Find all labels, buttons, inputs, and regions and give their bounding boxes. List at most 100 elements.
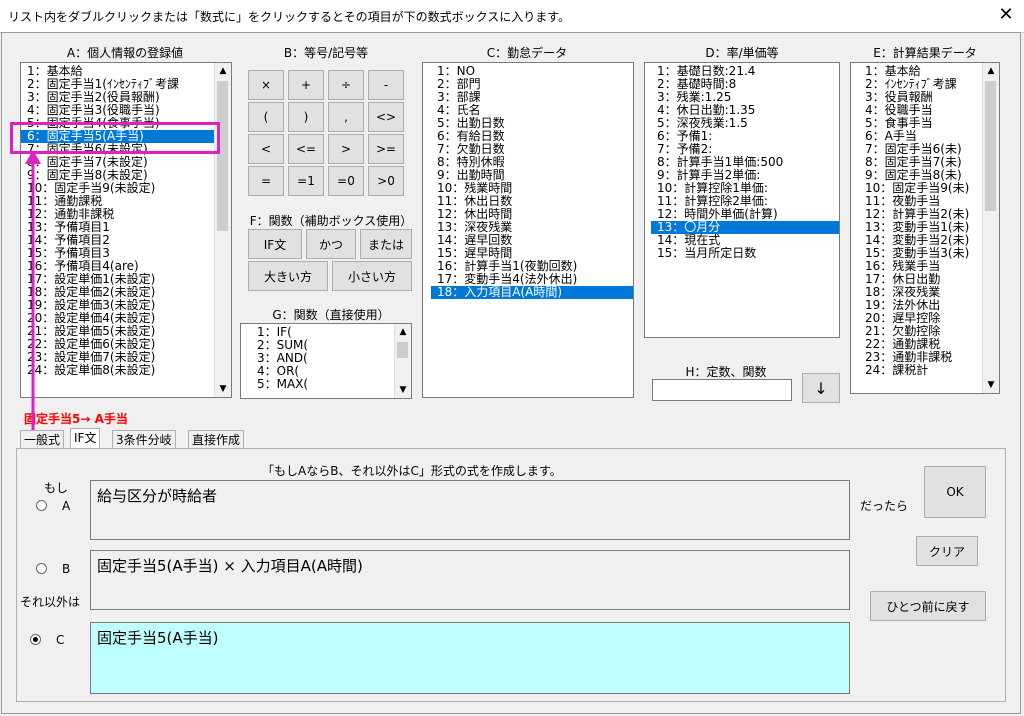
list-e-item[interactable]: 2：ｲﾝｾﾝﾃｨﾌﾞ考課 [859,78,999,91]
min-button[interactable]: 小さい方 [332,261,412,291]
list-d-item[interactable]: 2：基礎時間:8 [651,78,839,91]
list-e-item[interactable]: 19：法外休出 [859,299,999,312]
list-c-item[interactable]: 2：部門 [431,78,633,91]
list-a-scrollbar[interactable]: ▲ ▼ [214,63,231,397]
list-d-item[interactable]: 12：時間外単価(計算) [651,208,839,221]
scroll-down-icon[interactable]: ▼ [215,381,231,397]
symbol-button[interactable]: ( [248,102,284,132]
list-a-item[interactable]: 23：設定単価7(未設定) [21,351,231,364]
expr-c-field[interactable]: 固定手当5(A手当) [90,622,850,694]
symbol-button[interactable]: < [248,134,284,164]
list-c-item[interactable]: 18：入力項目A(A時間) [431,286,633,299]
tab-if[interactable]: IF文 [70,428,101,448]
list-d-item[interactable]: 6：予備1: [651,130,839,143]
scroll-up-icon[interactable]: ▲ [983,63,999,79]
list-c-item[interactable]: 3：部課 [431,91,633,104]
symbol-button[interactable]: > [328,134,364,164]
symbol-button[interactable]: - [368,70,404,100]
scroll-up-icon[interactable]: ▲ [395,324,411,340]
list-e-item[interactable]: 23：通勤非課税 [859,351,999,364]
list-a-item[interactable]: 11：通勤課税 [21,195,231,208]
list-a-item[interactable]: 17：設定単価1(未設定) [21,273,231,286]
list-e-item[interactable]: 24：課税計 [859,364,999,377]
tab-direct[interactable]: 直接作成 [188,430,245,448]
list-c-item[interactable]: 17：変動手当4(法外休出) [431,273,633,286]
list-d-item[interactable]: 15：当月所定日数 [651,247,839,260]
expr-a-field[interactable]: 給与区分が時給者 [90,480,850,540]
list-a-item[interactable]: 18：設定単価2(未設定) [21,286,231,299]
list-e-scrollbar[interactable]: ▲ ▼ [982,63,999,393]
scroll-thumb[interactable] [985,81,996,211]
list-c-item[interactable]: 4：氏名 [431,104,633,117]
list-d-item[interactable]: 11：計算控除2単価: [651,195,839,208]
scroll-thumb[interactable] [397,342,408,358]
insert-down-button[interactable]: ↓ [802,373,840,403]
symbol-button[interactable]: >= [368,134,404,164]
list-d[interactable]: 1：基礎日数:21.4 2：基礎時間:8 3：残業:1.25 4：休日出勤:1.35 5… [644,62,840,338]
symbol-button[interactable]: ) [288,102,324,132]
list-e-item[interactable]: 16：残業手当 [859,260,999,273]
back-button[interactable]: ひとつ前に戻す [870,591,986,621]
list-a-item[interactable]: 8：固定手当7(未設定) [21,156,231,169]
list-c-item[interactable]: 16：計算手当1(夜勤回数) [431,260,633,273]
symbol-button[interactable]: >0 [368,166,404,196]
expr-b-field[interactable]: 固定手当5(A手当) × 入力項目A(A時間) [90,550,850,610]
symbol-button[interactable]: , [328,102,364,132]
and-button[interactable]: かつ [306,229,356,259]
list-c-item[interactable]: 11：休出日数 [431,195,633,208]
radio-b[interactable] [36,563,47,574]
list-c-item[interactable]: 10：残業時間 [431,182,633,195]
list-g-item[interactable]: 4：OR( [251,365,411,378]
list-e-item[interactable]: 4：役職手当 [859,104,999,117]
list-e-item[interactable]: 7：固定手当6(未) [859,143,999,156]
close-icon[interactable]: ✕ [995,4,1017,26]
list-c-item[interactable]: 6：有給日数 [431,130,633,143]
list-e-item[interactable]: 6：A手当 [859,130,999,143]
list-a-item[interactable]: 2：固定手当1(ｲﾝｾﾝﾃｨﾌﾞ考課 [21,78,231,91]
list-d-item[interactable]: 5：深夜残業:1.5 [651,117,839,130]
symbol-button[interactable]: ÷ [328,70,364,100]
list-c-item[interactable]: 5：出勤日数 [431,117,633,130]
symbol-button[interactable]: <> [368,102,404,132]
list-e-item[interactable]: 22：通勤課税 [859,338,999,351]
list-e-item[interactable]: 14：変動手当2(未) [859,234,999,247]
symbol-button[interactable]: × [248,70,284,100]
tab-general[interactable]: 一般式 [20,430,65,448]
list-a-item[interactable]: 10：固定手当9(未設定) [21,182,231,195]
list-c-item[interactable]: 1：NO [431,65,633,78]
list-c[interactable]: 1：NO 2：部門 3：部課 4：氏名 5：出勤日数 6：有給日数 7：欠勤日数 8：特別休暇… [422,62,634,398]
list-a-item[interactable]: 12：通勤非課税 [21,208,231,221]
list-a-item[interactable]: 3：固定手当2(役員報酬) [21,91,231,104]
if-button[interactable]: IF文 [248,229,302,259]
list-e-item[interactable]: 13：変動手当1(未) [859,221,999,234]
list-d-item[interactable]: 10：計算控除1単価: [651,182,839,195]
symbol-button[interactable]: =1 [288,166,324,196]
list-d-item[interactable]: 4：休日出勤:1.35 [651,104,839,117]
list-d-item[interactable]: 3：残業:1.25 [651,91,839,104]
list-c-item[interactable]: 9：出勤時間 [431,169,633,182]
tab-three-condition[interactable]: 3条件分岐 [112,430,176,448]
list-d-item[interactable]: 9：計算手当2単価: [651,169,839,182]
list-e-item[interactable]: 20：遅早控除 [859,312,999,325]
list-a-item[interactable]: 24：設定単価8(未設定) [21,364,231,377]
list-c-item[interactable]: 12：休出時間 [431,208,633,221]
list-g-item[interactable]: 5：MAX( [251,378,411,391]
list-e-item[interactable]: 12：計算手当2(未) [859,208,999,221]
constant-input[interactable] [652,379,792,401]
list-c-item[interactable]: 7：欠勤日数 [431,143,633,156]
symbol-button[interactable]: =0 [328,166,364,196]
list-a-item[interactable]: 14：予備項目2 [21,234,231,247]
scroll-down-icon[interactable]: ▼ [395,382,411,398]
list-d-item[interactable]: 8：計算手当1単価:500 [651,156,839,169]
symbol-button[interactable]: + [288,70,324,100]
list-c-item[interactable]: 14：遅早回数 [431,234,633,247]
scroll-down-icon[interactable]: ▼ [983,377,999,393]
symbol-button[interactable]: = [248,166,284,196]
list-e-item[interactable]: 5：食事手当 [859,117,999,130]
list-a-item[interactable]: 19：設定単価3(未設定) [21,299,231,312]
radio-c[interactable] [30,634,41,645]
list-a-item[interactable]: 20：設定単価4(未設定) [21,312,231,325]
list-g-item[interactable]: 3：AND( [251,352,411,365]
list-c-item[interactable]: 13：深夜残業 [431,221,633,234]
list-e-item[interactable]: 3：役員報酬 [859,91,999,104]
